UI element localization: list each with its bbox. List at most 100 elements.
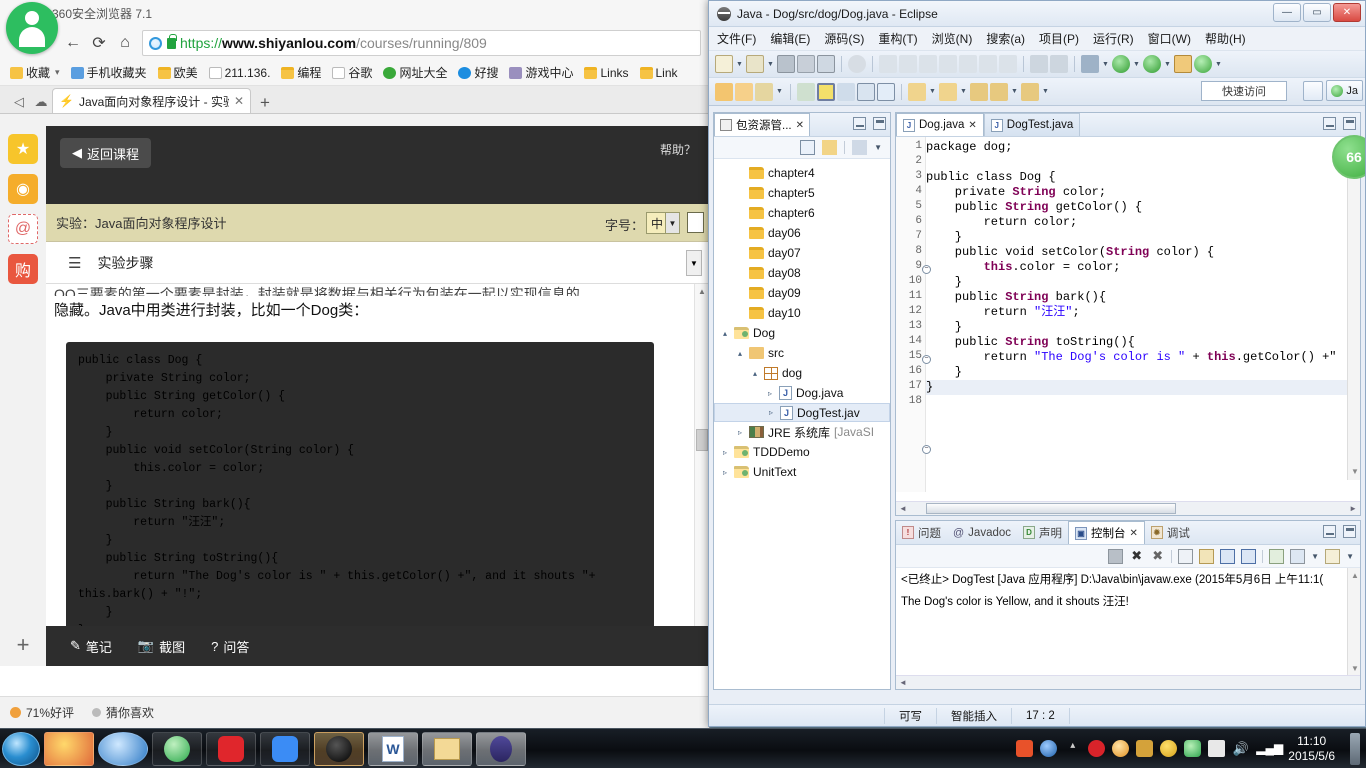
chevron-down-icon[interactable]: ▼ (928, 88, 937, 95)
360-safe-icon[interactable] (1160, 740, 1178, 757)
weibo-rail-icon[interactable]: ◉ (8, 174, 38, 204)
chevron-down-icon[interactable]: ▼ (686, 250, 702, 276)
open-type-icon[interactable] (1030, 55, 1048, 73)
remove-all-terminated-icon[interactable]: ✖ (1150, 548, 1165, 564)
link-with-editor-icon[interactable] (822, 140, 838, 155)
minimize-icon[interactable] (853, 117, 866, 130)
console-horizontal-scrollbar[interactable]: ◄ (896, 675, 1360, 689)
menu-edit[interactable]: 编辑(E) (770, 30, 810, 47)
terminate-icon[interactable] (1108, 548, 1124, 564)
view-menu-icon[interactable] (852, 140, 868, 155)
volume-icon[interactable]: 🔊 (1232, 740, 1249, 757)
taskbar-item-disc[interactable] (314, 731, 364, 766)
close-icon[interactable]: ✕ (968, 120, 976, 131)
help-icon[interactable] (1040, 740, 1058, 757)
scroll-left-icon[interactable]: ◄ (899, 678, 907, 687)
new-wizard-icon[interactable] (715, 55, 733, 73)
open-console-icon[interactable] (1269, 548, 1285, 564)
perspective-switcher[interactable]: Ja (1303, 80, 1363, 101)
bookmark-item[interactable]: Links (580, 64, 632, 82)
editor-tabrow[interactable]: J Dog.java ✕ J DogTest.java (896, 113, 1360, 137)
code-line[interactable]: package dog; (926, 140, 1360, 155)
panel-controls[interactable] (853, 117, 886, 130)
minimize-button[interactable]: — (1273, 3, 1301, 22)
menu-window[interactable]: 窗口(W) (1148, 30, 1191, 47)
document-icon[interactable] (687, 212, 704, 233)
tab-javadoc[interactable]: @ Javadoc (947, 521, 1017, 544)
recommend-status[interactable]: 猜你喜欢 (92, 704, 154, 721)
tree-item[interactable]: ▹ J Dog.java (714, 383, 890, 403)
code-editor-area[interactable]: 12345−678−91011−121314−15161718 package … (896, 137, 1360, 492)
tree-item[interactable]: ▹ J DogTest.jav (714, 403, 890, 422)
chevron-down-icon[interactable]: ▼ (1010, 88, 1019, 95)
drop-to-frame-icon[interactable] (999, 55, 1017, 73)
code-line[interactable]: } (926, 365, 1360, 380)
address-bar[interactable]: https://www.shiyanlou.com/courses/runnin… (142, 30, 701, 56)
refresh-green-icon[interactable] (1194, 55, 1212, 73)
qq-browser-icon[interactable] (1112, 740, 1130, 757)
expand-arrow-icon[interactable]: ▹ (735, 428, 745, 437)
expand-arrow-icon[interactable]: ▴ (750, 369, 760, 378)
article-scrollbar[interactable]: ▲ ▼ (694, 284, 708, 666)
action-center-icon[interactable] (1208, 740, 1226, 757)
tree-item[interactable]: ▹ UnitText (714, 462, 890, 482)
code-line[interactable]: return color; (926, 215, 1360, 230)
minimize-icon[interactable] (1323, 525, 1336, 538)
taskbar-item-word[interactable]: W (368, 731, 418, 766)
search-marker-icon[interactable] (797, 82, 815, 101)
browser-window[interactable]: 360安全浏览器 7.1 ← ⟳ ⌂ https://www.shiyanlou… (0, 0, 710, 728)
maximize-icon[interactable] (1343, 117, 1356, 130)
course-footer[interactable]: ✎ 笔记 📷 截图 ? 问答 (46, 626, 709, 666)
open-folder-icon[interactable] (735, 82, 753, 101)
code-line[interactable]: public class Dog { (926, 170, 1360, 185)
open-task-icon[interactable] (1050, 55, 1068, 73)
pin-console-icon[interactable] (1220, 548, 1236, 564)
prev-annotation-icon[interactable] (939, 82, 957, 101)
editor-panel[interactable]: J Dog.java ✕ J DogTest.java 1 2 3 4 5−6 7 8−9 1… (895, 112, 1365, 516)
close-icon[interactable]: ✕ (1130, 528, 1138, 539)
bookmark-item[interactable]: 游戏中心 (505, 62, 577, 83)
favorites-rail-icon[interactable]: ★ (8, 134, 38, 164)
package-explorer-toolbar[interactable]: ▼ (714, 137, 890, 159)
chevron-down-icon[interactable]: ▼ (874, 143, 882, 152)
terminate-icon[interactable] (919, 55, 937, 73)
resume-icon[interactable] (879, 55, 897, 73)
tree-item[interactable]: chapter4 (714, 163, 890, 183)
scroll-right-icon[interactable]: ► (1349, 504, 1357, 513)
menu-navigate[interactable]: 浏览(N) (932, 30, 973, 47)
print-icon[interactable] (817, 55, 835, 73)
taskbar-clock[interactable]: 11:10 2015/5/6 (1280, 734, 1343, 764)
code-line[interactable]: public String bark(){ (926, 290, 1360, 305)
code-line[interactable] (926, 155, 1360, 170)
package-explorer-tree[interactable]: chapter4 chapter5 chapter6 day06 day07 day08 d… (714, 159, 890, 482)
page-side-rail[interactable]: ★ ◉ @ 购 + (0, 126, 46, 666)
chevron-down-icon[interactable]: ▼ (665, 213, 679, 233)
chevron-down-icon[interactable]: ▼ (735, 61, 744, 68)
bookmark-item[interactable]: 网址大全 (379, 62, 451, 83)
close-icon[interactable]: ✕ (796, 120, 804, 131)
console-toolbar[interactable]: ✖ ✖ ▼ ▼ (896, 545, 1360, 568)
back-arrow-icon[interactable] (990, 82, 1008, 101)
network-icon[interactable]: ▂▄▆ (1256, 740, 1283, 757)
tree-item[interactable]: ▹ JRE 系统库 [JavaSI (714, 422, 890, 442)
expand-arrow-icon[interactable]: ▴ (735, 349, 745, 358)
bookmark-item[interactable]: 谷歌 (328, 62, 376, 83)
qa-button[interactable]: ? 问答 (211, 637, 249, 656)
taskbar-item-360-browser[interactable] (152, 731, 202, 766)
expand-arrow-icon[interactable]: ▹ (766, 408, 776, 417)
menu-source[interactable]: 源码(S) (824, 30, 864, 47)
open-perspective-button[interactable] (1303, 80, 1324, 101)
screenshot-button[interactable]: 📷 截图 (138, 637, 185, 656)
run-icon[interactable] (1112, 55, 1130, 73)
code-line[interactable]: public String getColor() { (926, 200, 1360, 215)
tab-package-explorer[interactable]: 包资源管... ✕ (714, 113, 810, 136)
tree-item[interactable]: day08 (714, 263, 890, 283)
chevron-down-icon[interactable]: ▼ (959, 88, 968, 95)
tree-item[interactable]: day07 (714, 243, 890, 263)
scroll-left-icon[interactable]: ◄ (899, 504, 907, 513)
code-line[interactable]: public void setColor(String color) { (926, 245, 1360, 260)
perspective-java-tab[interactable]: Ja (1326, 80, 1363, 101)
chevron-down-icon[interactable]: ▼ (1132, 61, 1141, 68)
code-line[interactable]: } (926, 320, 1360, 335)
pen-icon[interactable] (755, 82, 773, 101)
